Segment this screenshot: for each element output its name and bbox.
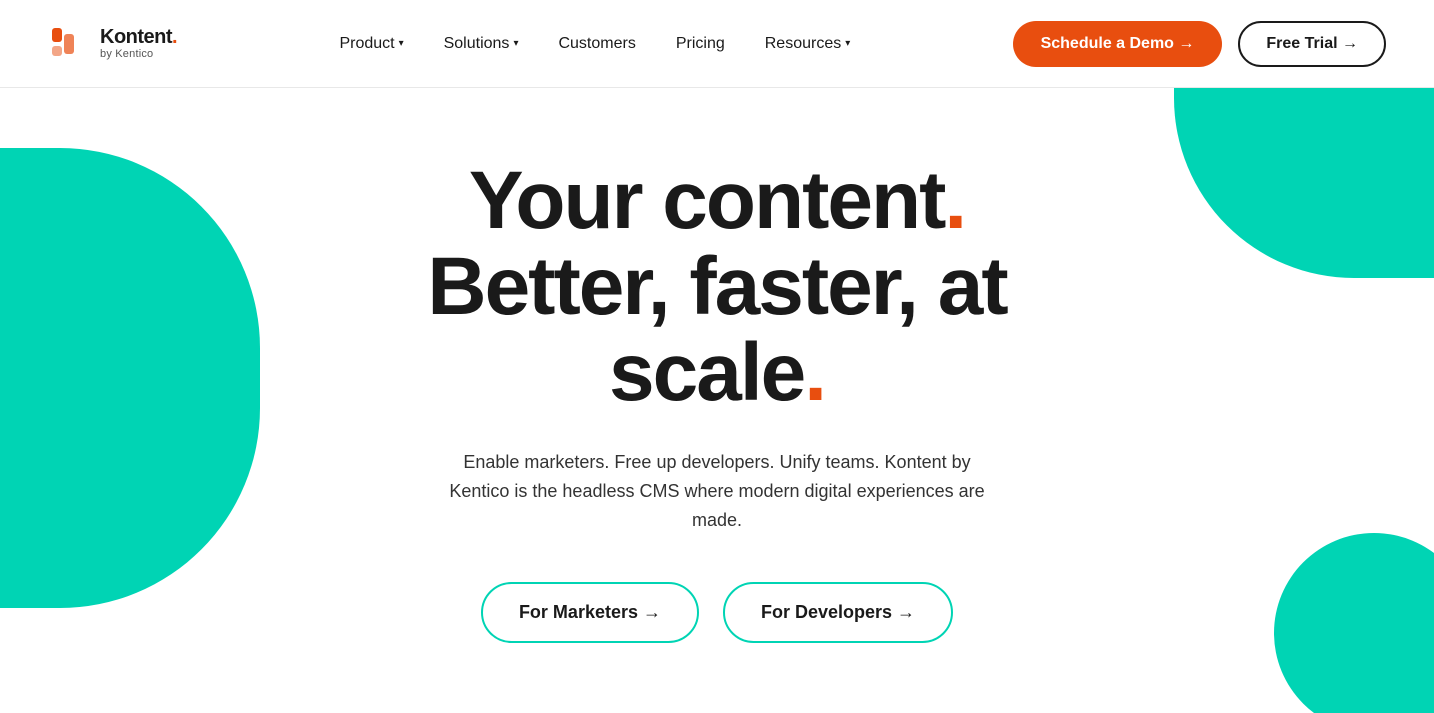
hero-headline: Your content. Better, faster, at scale. (357, 158, 1077, 416)
hero-content: Your content. Better, faster, at scale. … (357, 158, 1077, 644)
logo-icon (48, 22, 92, 66)
nav-link-customers[interactable]: Customers (558, 35, 635, 53)
nav-link-product[interactable]: Product ▾ (339, 35, 403, 53)
free-trial-button[interactable]: Free Trial → (1238, 21, 1386, 67)
nav-links: Product ▾ Solutions ▾ Customers Pricing … (339, 35, 850, 53)
nav-link-resources[interactable]: Resources ▾ (765, 35, 851, 53)
navbar: Kontent. by Kentico Product ▾ Solutions … (0, 0, 1434, 88)
hero-buttons: For Marketers → For Developers → (357, 582, 1077, 643)
logo-text: Kontent. by Kentico (100, 26, 177, 60)
chevron-down-icon: ▾ (845, 38, 850, 49)
nav-item-customers[interactable]: Customers (558, 35, 635, 53)
decorative-shape-left (0, 148, 260, 608)
hero-headline-line1: Your content. (469, 155, 965, 246)
nav-actions: Schedule a Demo → Free Trial → (1013, 21, 1386, 67)
for-marketers-button[interactable]: For Marketers → (481, 582, 699, 643)
logo[interactable]: Kontent. by Kentico (48, 22, 177, 66)
chevron-down-icon: ▾ (513, 38, 518, 49)
brand-name: Kontent. (100, 26, 177, 48)
chevron-down-icon: ▾ (399, 38, 404, 49)
hero-subtext: Enable marketers. Free up developers. Un… (437, 448, 997, 534)
brand-sub: by Kentico (100, 48, 177, 60)
nav-item-product[interactable]: Product ▾ (339, 35, 403, 53)
for-developers-button[interactable]: For Developers → (723, 582, 953, 643)
nav-item-resources[interactable]: Resources ▾ (765, 35, 851, 53)
nav-link-solutions[interactable]: Solutions ▾ (444, 35, 519, 53)
decorative-shape-top-right (1174, 88, 1434, 278)
hero-headline-line2: Better, faster, at scale. (427, 241, 1006, 418)
hero-section: Your content. Better, faster, at scale. … (0, 88, 1434, 713)
nav-item-pricing[interactable]: Pricing (676, 35, 725, 53)
schedule-demo-button[interactable]: Schedule a Demo → (1013, 21, 1223, 67)
decorative-shape-bottom-right (1274, 533, 1434, 713)
nav-link-pricing[interactable]: Pricing (676, 35, 725, 53)
nav-item-solutions[interactable]: Solutions ▾ (444, 35, 519, 53)
